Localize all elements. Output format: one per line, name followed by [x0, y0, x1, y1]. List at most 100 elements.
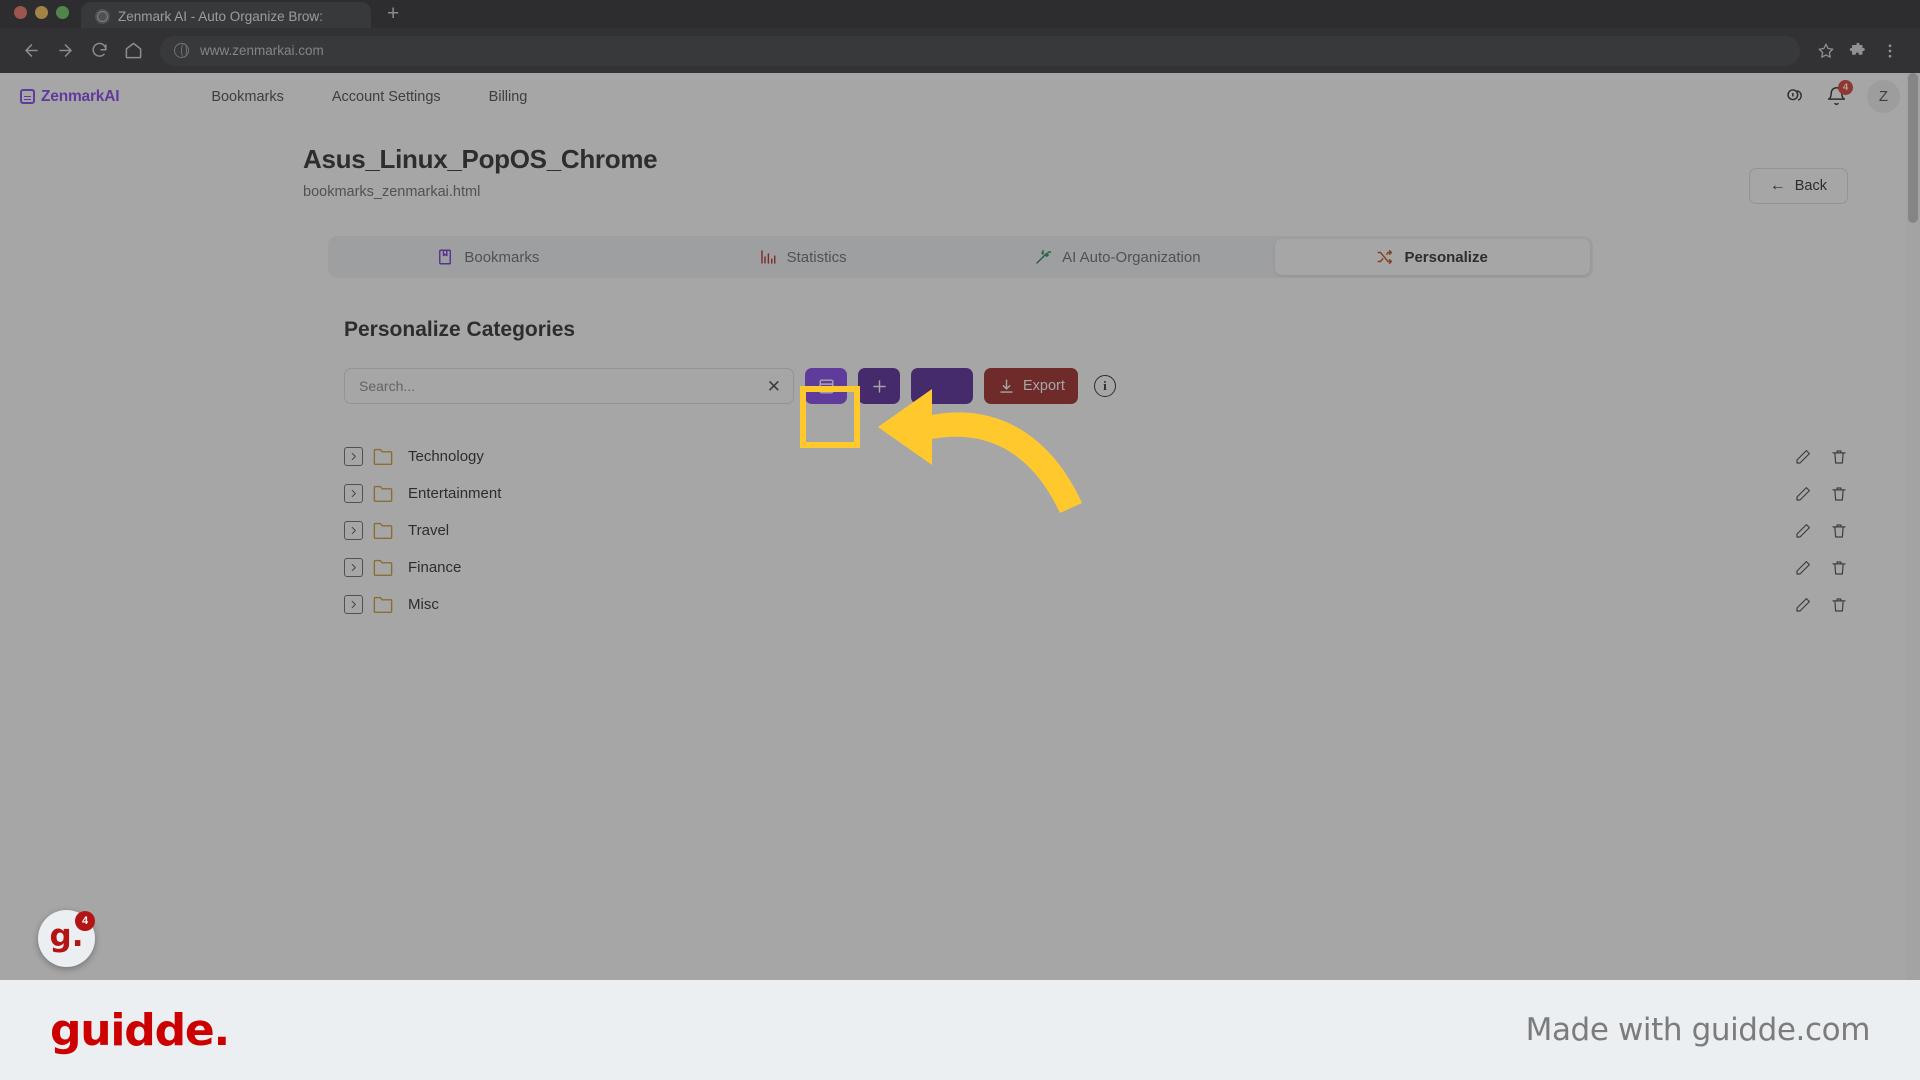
row-actions — [1794, 596, 1848, 614]
folder-icon — [372, 595, 394, 614]
export-button-label: Export — [1023, 378, 1065, 394]
main-nav: Bookmarks Account Settings Billing — [187, 89, 551, 105]
new-tab-button[interactable]: + — [387, 3, 399, 28]
tab-ai-auto-organization[interactable]: AI Auto-Organization — [960, 239, 1275, 275]
category-name: Misc — [408, 596, 439, 613]
tab-label: Bookmarks — [464, 248, 540, 266]
close-window-button[interactable] — [14, 6, 27, 19]
coins-icon[interactable] — [1785, 86, 1806, 107]
page-header-row: Asus_Linux_PopOS_Chrome bookmarks_zenmar… — [0, 120, 1920, 204]
info-icon[interactable]: i — [1093, 375, 1116, 397]
category-list: Technology Entertainment Travel Finance … — [0, 438, 1920, 623]
notifications-bell-icon[interactable]: 4 — [1826, 80, 1853, 107]
pencil-icon[interactable] — [1794, 522, 1812, 540]
header-actions: 4 Z — [1785, 80, 1900, 113]
pencil-icon[interactable] — [1794, 448, 1812, 466]
window-traffic-lights — [0, 6, 81, 28]
categories-toolbar: ✕ Export i — [344, 368, 1920, 404]
search-field-wrapper[interactable]: ✕ — [344, 368, 794, 404]
folder-icon — [372, 521, 394, 540]
category-name: Finance — [408, 559, 462, 576]
brand-logo[interactable]: ZenmarkAI — [20, 87, 120, 106]
back-button-label: Back — [1794, 178, 1827, 194]
tab-statistics[interactable]: Statistics — [645, 239, 960, 275]
row-actions — [1794, 522, 1848, 540]
nav-item-billing[interactable]: Billing — [465, 89, 552, 105]
chevron-right-icon[interactable] — [344, 447, 363, 466]
category-row[interactable]: Entertainment — [344, 475, 1848, 512]
address-bar[interactable]: www.zenmarkai.com — [160, 35, 1800, 66]
guidde-badge[interactable]: g. 4 — [38, 910, 95, 967]
tab-favicon-icon — [95, 8, 110, 24]
page-subtitle: bookmarks_zenmarkai.html — [303, 184, 481, 200]
page-body: Asus_Linux_PopOS_Chrome bookmarks_zenmar… — [0, 120, 1920, 980]
folder-icon — [372, 447, 394, 466]
trash-icon[interactable] — [1830, 596, 1848, 614]
guidde-badge-count: 4 — [75, 911, 95, 931]
pencil-icon[interactable] — [1794, 596, 1812, 614]
category-row[interactable]: Finance — [344, 549, 1848, 586]
guidde-made-with-label: Made with guidde.com — [1525, 1012, 1871, 1048]
row-actions — [1794, 485, 1848, 503]
back-button[interactable] — [14, 34, 48, 68]
chevron-right-icon[interactable] — [344, 484, 363, 503]
folder-icon — [372, 484, 394, 503]
page-scrollbar[interactable] — [1906, 73, 1920, 980]
nav-item-account-settings[interactable]: Account Settings — [308, 89, 465, 105]
trash-icon[interactable] — [1830, 485, 1848, 503]
minimize-window-button[interactable] — [35, 6, 48, 19]
home-button[interactable] — [116, 34, 150, 68]
pencil-icon[interactable] — [1794, 559, 1812, 577]
scrollbar-thumb[interactable] — [1908, 73, 1918, 223]
brand-name: ZenmarkAI — [41, 87, 120, 105]
row-actions — [1794, 559, 1848, 577]
chevron-right-icon[interactable] — [344, 521, 363, 540]
reload-button[interactable] — [82, 34, 116, 68]
trash-icon[interactable] — [1830, 448, 1848, 466]
category-name: Technology — [408, 448, 484, 465]
page-content: Asus_Linux_PopOS_Chrome bookmarks_zenmar… — [0, 120, 1920, 623]
extensions-puzzle-icon[interactable] — [1842, 35, 1874, 67]
search-input[interactable] — [345, 369, 793, 403]
section-tabs: Bookmarks Statistics AI Auto-Organizatio… — [327, 236, 1593, 278]
back-arrow-icon: ← — [1769, 177, 1786, 194]
section-heading: Personalize Categories — [344, 318, 576, 341]
app-header: ZenmarkAI Bookmarks Account Settings Bil… — [0, 73, 1920, 120]
trash-icon[interactable] — [1830, 559, 1848, 577]
forward-button[interactable] — [48, 34, 82, 68]
guidde-logo: guidde. — [50, 1004, 230, 1056]
trash-icon[interactable] — [1830, 522, 1848, 540]
pencil-icon[interactable] — [1794, 485, 1812, 503]
collapse-all-button[interactable] — [805, 368, 847, 404]
tab-personalize[interactable]: Personalize — [1274, 239, 1590, 275]
export-button[interactable]: Export — [984, 368, 1078, 404]
tab-label: Personalize — [1404, 248, 1488, 266]
toolbar-action-button-1[interactable] — [858, 368, 900, 404]
back-to-list-button[interactable]: ← Back — [1748, 168, 1848, 204]
category-name: Travel — [408, 522, 450, 539]
chevron-right-icon[interactable] — [344, 595, 363, 614]
page-title: Asus_Linux_PopOS_Chrome — [303, 144, 658, 174]
maximize-window-button[interactable] — [56, 6, 69, 19]
tab-label: AI Auto-Organization — [1062, 248, 1201, 266]
address-bar-url: www.zenmarkai.com — [200, 43, 324, 58]
browser-menu-icon[interactable] — [1874, 35, 1906, 67]
tab-bookmarks[interactable]: Bookmarks — [331, 239, 646, 275]
nav-item-bookmarks[interactable]: Bookmarks — [187, 89, 308, 105]
user-avatar[interactable]: Z — [1867, 80, 1900, 113]
category-row[interactable]: Misc — [344, 586, 1848, 623]
browser-tab-title: Zenmark AI - Auto Organize Brow: — [118, 8, 323, 24]
tab-label: Statistics — [786, 248, 847, 266]
category-name: Entertainment — [408, 485, 502, 502]
browser-tab[interactable]: Zenmark AI - Auto Organize Brow: — [81, 2, 371, 30]
category-row[interactable]: Travel — [344, 512, 1848, 549]
browser-tab-strip: Zenmark AI - Auto Organize Brow: + — [0, 0, 1920, 30]
row-actions — [1794, 448, 1848, 466]
notification-count-badge: 4 — [1838, 80, 1853, 95]
bookmark-star-icon[interactable] — [1810, 35, 1842, 67]
browser-toolbar: www.zenmarkai.com — [0, 28, 1920, 73]
toolbar-action-button-2[interactable] — [911, 368, 973, 404]
category-row[interactable]: Technology — [344, 438, 1848, 475]
chevron-right-icon[interactable] — [344, 558, 363, 577]
clear-search-icon[interactable]: ✕ — [767, 378, 781, 395]
